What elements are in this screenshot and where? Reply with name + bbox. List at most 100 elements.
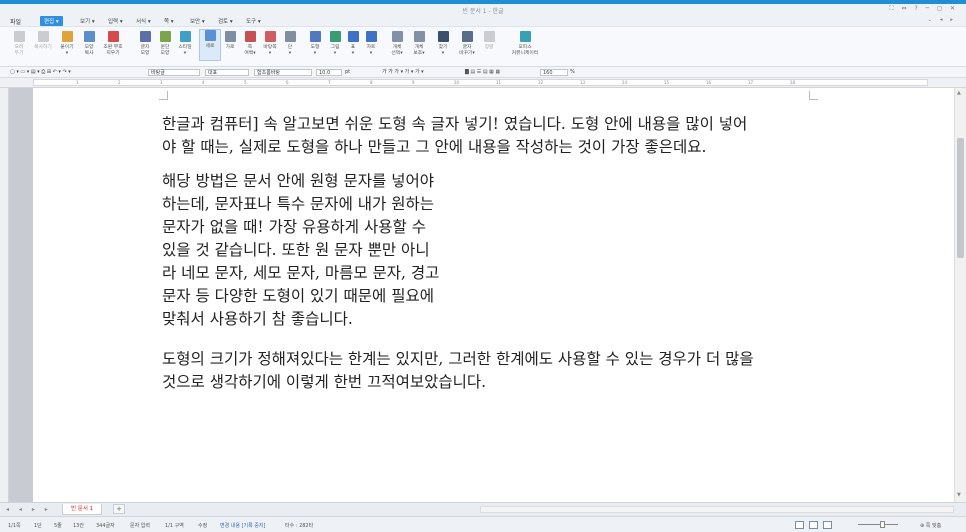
para-shape-button[interactable]: 문단 모양	[154, 31, 176, 57]
vertical-scrollbar[interactable]: ▲ ▼	[954, 88, 966, 502]
char-format-buttons[interactable]: 가 가 가 ▾ 가 ▾ 가 ▾	[382, 69, 424, 76]
horizontal-scrollbar[interactable]	[480, 506, 954, 513]
landscape-button[interactable]: 가로	[219, 31, 241, 51]
bar-chart-icon	[365, 31, 377, 42]
line-spacing-input[interactable]: 160	[540, 69, 568, 76]
text-line: 야 할 때는, 실제로 도형을 하나 만들고 그 안에 내용을 작성하는 것이 …	[162, 138, 707, 156]
clear-format-icon	[107, 31, 119, 42]
view-page-button[interactable]	[809, 521, 818, 529]
page-margin-button[interactable]: 쪽 여백▾	[239, 31, 261, 57]
office-communicator-button[interactable]: 오피스 커뮤니케이터	[511, 31, 539, 57]
paragraph-2[interactable]: 해당 방법은 문서 안에 원형 문자를 넣어야 하는데, 문자표나 특수 문자에…	[162, 170, 439, 331]
document-tab-bar: ◂ ◂ ▸ ▸ 빈 문서 1 +	[0, 502, 966, 516]
zoom-fit-button[interactable]: ⊕ 쪽 맞춤	[920, 522, 941, 529]
clear-codes-button[interactable]: 조판 부호 지우기	[102, 31, 124, 57]
status-track-changes[interactable]: 변경 내용 [기록 중지]	[220, 522, 265, 529]
scroll-down-icon[interactable]: ▼	[957, 492, 961, 498]
sort-icon	[483, 31, 495, 42]
status-input-mode[interactable]: 문자 입력	[130, 522, 150, 529]
text-line: 하는데, 문자표나 특수 문자에 내가 원하는	[162, 195, 434, 213]
zoom-slider[interactable]	[858, 524, 898, 525]
style-button[interactable]: 스타일 ▾	[174, 31, 196, 57]
line-spacing-unit: %	[570, 69, 575, 75]
scroll-up-icon[interactable]: ▲	[957, 90, 961, 96]
sort-button[interactable]: 정렬	[478, 31, 500, 51]
replace-button[interactable]: 글자 바꾸기▾	[456, 31, 478, 57]
font-size-input[interactable]: 10.0	[316, 69, 342, 76]
scissors-icon	[13, 31, 25, 42]
menu-page[interactable]: 쪽 ▾	[164, 17, 174, 25]
zoom-slider-knob[interactable]	[880, 521, 885, 528]
text-line: 있을 것 같습니다. 또한 원 문자 뿐만 아니	[162, 241, 430, 259]
ruler-track: 1 2 3 4 5 6 7 8 9 10 11 12 13 14 15 16 1…	[33, 79, 928, 86]
portrait-button[interactable]: 세로	[199, 29, 221, 61]
document-page[interactable]: 한글과 컴퓨터] 속 알고보면 쉬운 도형 속 글자 넣기! 였습니다. 도형 …	[33, 88, 954, 502]
font-select[interactable]: 함초롬바탕	[254, 69, 312, 76]
menu-edit[interactable]: 편집 ▾	[40, 16, 63, 26]
add-tab-button[interactable]: +	[113, 504, 125, 514]
text-line: 맞춰서 사용하기 참 좋습니다.	[162, 310, 353, 328]
status-typing-count: 타수 : 282타	[285, 523, 314, 529]
menu-bar: 파일 편집 ▾ 보기 ▾ 입력 ▾ 서식 ▾ 쪽 ▾ 보안 ▾ 검토 ▾ 도구 …	[0, 15, 966, 27]
chart-button[interactable]: 차트 ▾	[360, 31, 382, 57]
format-copy-button[interactable]: 모양 복사	[78, 31, 100, 57]
columns-icon	[284, 31, 296, 42]
scroll-thumb[interactable]	[957, 138, 964, 258]
portrait-page-icon	[204, 30, 216, 41]
columns-button[interactable]: 단 ▾	[279, 31, 301, 57]
style-icon	[179, 31, 191, 42]
menu-view[interactable]: 보기 ▾	[80, 17, 95, 25]
style-select[interactable]: 바탕글	[148, 69, 200, 76]
status-insert-mode[interactable]: 수정	[198, 522, 207, 529]
menu-insert[interactable]: 입력 ▾	[108, 17, 123, 25]
object-select-button[interactable]: 개체 선택▾	[386, 31, 408, 57]
window-title: 빈 문서 1 - 한글	[462, 8, 504, 15]
find-button[interactable]: 찾기 ▾	[432, 31, 454, 57]
menu-right-tools[interactable]: ⌄ ◂ ▸	[927, 17, 956, 23]
table-icon	[347, 31, 359, 42]
menu-tools[interactable]: 도구 ▾	[246, 17, 261, 25]
file-menu[interactable]: 파일	[10, 17, 21, 26]
picture-icon	[329, 31, 341, 42]
view-web-button[interactable]	[823, 521, 832, 529]
object-protect-button[interactable]: 개체 보호▾	[408, 31, 430, 57]
master-page-icon	[264, 31, 276, 42]
binoculars-icon	[437, 31, 449, 42]
paragraph-1[interactable]: 한글과 컴퓨터] 속 알고보면 쉬운 도형 속 글자 넣기! 였습니다. 도형 …	[162, 113, 747, 159]
menu-security[interactable]: 보안 ▾	[190, 17, 205, 25]
status-section: 1단	[34, 523, 42, 529]
quick-access-icons[interactable]: ▢ ▾ ▭ ▾ ▤ ▾ ⎙ ⊞ ↶ ▾ ↷ ▾	[10, 69, 71, 76]
status-line: 5줄	[54, 523, 62, 529]
align-buttons[interactable]: ▇ ▤ ☰ ▤ ▦ ▦	[465, 69, 500, 76]
horizontal-ruler[interactable]: 1 2 3 4 5 6 7 8 9 10 11 12 13 14 15 16 1…	[0, 78, 966, 88]
text-line: 문자가 없을 때! 가장 유용하게 사용할 수	[162, 218, 426, 236]
cut-button[interactable]: 오려 두기	[8, 31, 30, 57]
tab-document-1[interactable]: 빈 문서 1	[62, 504, 103, 515]
formatting-toolbar: ▢ ▾ ▭ ▾ ▤ ▾ ⎙ ⊞ ↶ ▾ ↷ ▾ 바탕글 대표 함초롬바탕 10.…	[0, 67, 966, 78]
view-normal-button[interactable]	[795, 521, 804, 529]
menu-format[interactable]: 서식 ▾	[136, 17, 151, 25]
status-page[interactable]: 1/1쪽	[8, 522, 21, 529]
text-line: 문자 등 다양한 도형이 있기 때문에 필요에	[162, 287, 434, 305]
paragraph-3[interactable]: 도형의 크기가 정해져있다는 한계는 있지만, 그러한 한계에도 사용할 수 있…	[162, 348, 754, 394]
menu-review[interactable]: 검토 ▾	[218, 17, 233, 25]
format-brush-icon	[83, 31, 95, 42]
text-line: 것으로 생각하기에 이렇게 한번 끄적여보았습니다.	[162, 373, 487, 391]
communicator-icon	[519, 31, 531, 42]
master-page-button[interactable]: 바탕쪽 ▾	[259, 31, 281, 57]
vertical-ruler[interactable]	[0, 88, 9, 502]
char-shape-button[interactable]: 글자 모양	[134, 31, 156, 57]
paste-button[interactable]: 붙이기 ▾	[56, 31, 78, 57]
tab-nav-arrows[interactable]: ◂ ◂ ▸ ▸	[6, 506, 52, 513]
status-bar: 1/1쪽 1단 5줄 13칸 344글자 문자 입력 1/1 구역 수정 변경 …	[0, 516, 966, 532]
shapes-icon	[309, 31, 321, 42]
window-controls[interactable]: ⛶ ⇔ ? ─ ◻ ✕	[889, 5, 958, 13]
object-select-icon	[391, 31, 403, 42]
text-line: 해당 방법은 문서 안에 원형 문자를 넣어야	[162, 172, 434, 190]
shape-button[interactable]: 도형 ▾	[304, 31, 326, 57]
language-select[interactable]: 대표	[205, 69, 249, 76]
status-zone: 1/1 구역	[165, 523, 184, 529]
copy-button[interactable]: 복사하기	[32, 31, 54, 51]
landscape-page-icon	[224, 31, 236, 42]
text-line: 라 네모 문자, 세모 문자, 마름모 문자, 경고	[162, 264, 440, 282]
